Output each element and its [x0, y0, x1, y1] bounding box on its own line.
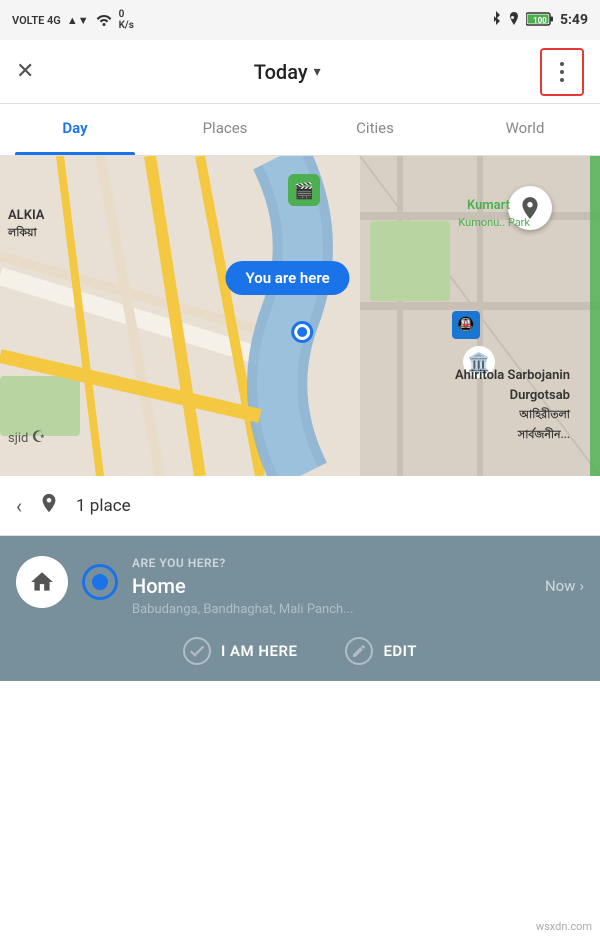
header: ✕ Today ▾ [0, 40, 600, 104]
ahiri-label: Ahiritola SarbojaninDurgotsabআহিরীতলাসার… [455, 366, 570, 444]
place-pin-icon [38, 491, 60, 521]
title-text: Today [254, 60, 308, 84]
i-am-here-button[interactable]: I AM HERE [183, 637, 297, 665]
you-are-here-bubble: You are here [225, 261, 349, 295]
overflow-menu-button[interactable] [540, 48, 584, 96]
tab-day[interactable]: Day [0, 104, 150, 155]
signal-icon: ▲▼ [67, 14, 89, 27]
menu-dot-2 [560, 70, 564, 74]
tab-world-label: World [506, 119, 545, 137]
time-display: 5:49 [560, 12, 588, 28]
card-time: Now › [545, 577, 584, 595]
tab-bar: Day Places Cities World [0, 104, 600, 156]
tab-cities-label: Cities [356, 119, 394, 137]
check-icon [183, 637, 211, 665]
tab-cities[interactable]: Cities [300, 104, 450, 155]
action-buttons: I AM HERE EDIT [16, 637, 584, 665]
menu-dot-3 [560, 78, 564, 82]
status-right: 100 5:49 [490, 11, 588, 30]
kumont-label: Kumonu.. Park [458, 216, 530, 229]
alkia-label: ALKIAলকিয়া [8, 208, 44, 242]
sjid-label: sjid ☪ [8, 427, 46, 446]
tab-day-label: Day [62, 119, 87, 137]
wifi-icon [95, 12, 113, 29]
card-address: Babudanga, Bandhaghat, Mali Panch... [132, 602, 584, 617]
status-left: VOLTE 4G ▲▼ 0K/s [12, 9, 134, 31]
header-title: Today ▾ [254, 60, 321, 84]
watermark: wsxdn.com [536, 920, 592, 933]
data-speed: 0K/s [119, 9, 134, 31]
metro-icon: 🚇 [452, 311, 480, 339]
back-button[interactable]: ‹ [16, 494, 22, 518]
places-bar: ‹ 1 place [0, 476, 600, 536]
location-dot-inner [297, 327, 307, 337]
card-name: Home [132, 574, 186, 598]
kumart-label: Kumart [467, 198, 510, 215]
location-indicator-inner [92, 574, 108, 590]
edit-button[interactable]: EDIT [345, 637, 417, 665]
battery-icon: 100 [526, 12, 554, 29]
card-time-text: Now [545, 577, 576, 595]
location-indicator [82, 564, 118, 600]
i-am-here-label: I AM HERE [221, 642, 297, 660]
location-icon-status [508, 12, 520, 29]
cinema-icon: 🎬 [288, 174, 320, 206]
menu-dot-1 [560, 62, 564, 66]
card-name-row: Home Now › [132, 574, 584, 598]
card-question: ARE YOU HERE? [132, 556, 584, 570]
tab-places-label: Places [203, 119, 248, 137]
chevron-right-icon: › [579, 577, 584, 595]
home-icon-circle [16, 556, 68, 608]
edit-label: EDIT [383, 642, 417, 660]
place-count-label: 1 place [76, 496, 131, 516]
close-button[interactable]: ✕ [16, 59, 34, 84]
current-location-dot [291, 321, 313, 343]
carrier-text: VOLTE 4G [12, 14, 61, 27]
map-view[interactable]: 🎬 🚇 🏛️ You are here ALKIAলকিয়া Kumart K… [0, 156, 600, 476]
bottom-panel: ARE YOU HERE? Home Now › Babudanga, Band… [0, 536, 600, 681]
edit-icon [345, 637, 373, 665]
card-content: ARE YOU HERE? Home Now › Babudanga, Band… [132, 556, 584, 617]
bluetooth-icon [490, 11, 502, 30]
status-bar: VOLTE 4G ▲▼ 0K/s 100 5:49 [0, 0, 600, 40]
tab-places[interactable]: Places [150, 104, 300, 155]
svg-text:100: 100 [533, 16, 547, 25]
title-arrow: ▾ [314, 64, 321, 80]
location-card: ARE YOU HERE? Home Now › Babudanga, Band… [16, 556, 584, 617]
tab-world[interactable]: World [450, 104, 600, 155]
